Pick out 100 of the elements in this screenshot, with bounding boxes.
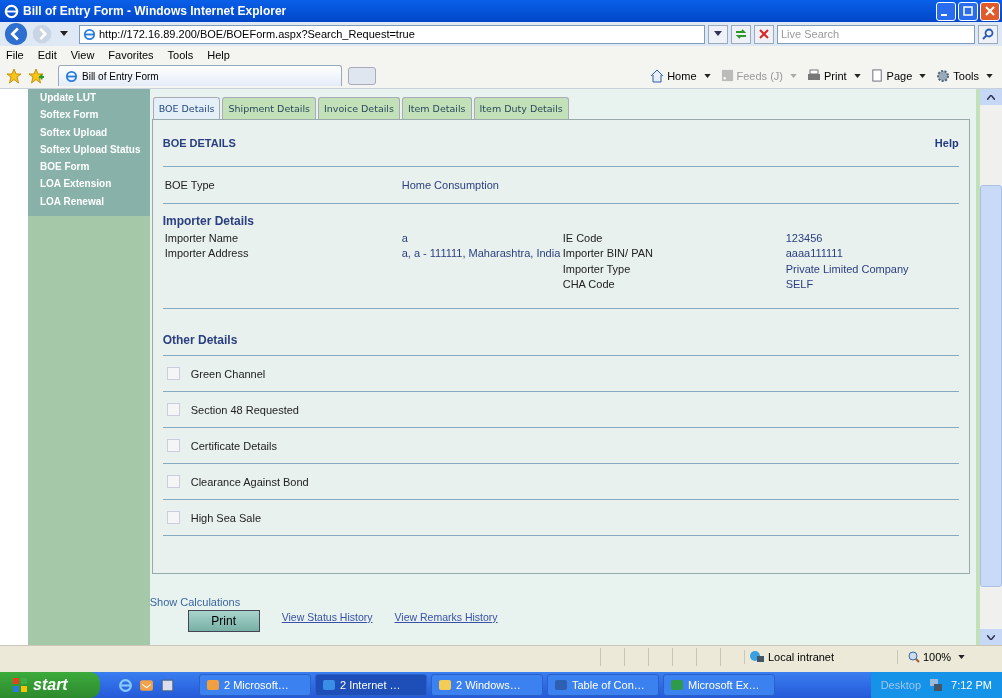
command-button[interactable]: Print [804, 68, 864, 83]
menu-item[interactable]: Edit [37, 48, 57, 61]
taskbar-button[interactable]: 2 Microsoft… [199, 674, 311, 696]
field-label: Importer Type [562, 262, 632, 275]
caret-icon [986, 73, 993, 78]
field-label: Importer Name [163, 231, 240, 244]
caret-icon [853, 73, 861, 78]
print-button[interactable]: Print [187, 610, 260, 632]
address-field[interactable]: http://172.16.89.200/BOE/BOEForm.aspx?Search_Request=true [79, 24, 705, 44]
scroll-up-icon[interactable] [987, 94, 995, 100]
field-label: Importer BIN/ PAN [562, 247, 654, 260]
refresh-icon [735, 29, 747, 39]
security-zone: Local intranet [744, 650, 897, 664]
history-link[interactable]: View Status History [281, 611, 373, 623]
app-icon [438, 678, 452, 692]
field-value: aaaa111111 [785, 247, 843, 260]
start-button[interactable]: start [0, 672, 100, 698]
taskbar-button[interactable]: 2 Windows… [431, 674, 543, 696]
section-heading: Other Details [162, 309, 959, 356]
feed-icon [720, 69, 734, 82]
menu-item[interactable]: Help [207, 48, 230, 61]
vertical-scrollbar[interactable] [980, 89, 1002, 645]
history-link[interactable]: View Remarks History [394, 611, 498, 623]
tab[interactable]: Item Duty Details [473, 97, 569, 119]
clock: 7:12 PM [951, 679, 992, 691]
dropdown-arrow-icon[interactable] [60, 31, 68, 37]
new-tab-button[interactable] [348, 66, 376, 85]
app-icon[interactable] [160, 677, 175, 693]
zoom-button[interactable]: 100% [897, 650, 972, 664]
windows-flag-icon [12, 677, 28, 693]
field-value: SELF [785, 278, 814, 291]
gear-icon [936, 68, 951, 83]
globe-network-icon [749, 650, 765, 664]
menu-item[interactable]: Tools [167, 48, 194, 61]
taskbar-button[interactable]: Microsoft Ex… [663, 674, 775, 696]
mail-icon[interactable] [139, 677, 154, 693]
checkbox-label: Clearance Against Bond [190, 475, 309, 488]
search-field[interactable]: Live Search [777, 24, 975, 44]
minimize-icon [940, 14, 947, 16]
stop-button[interactable] [754, 24, 774, 44]
maximize-icon [963, 6, 973, 16]
field-label: Importer Address [163, 247, 250, 260]
command-button[interactable]: Home [647, 68, 714, 83]
star-icon[interactable] [6, 67, 22, 84]
section-title: BOE DETAILS [162, 137, 236, 149]
checkbox[interactable] [166, 511, 180, 524]
field-value: a, a - 111111, Maharashtra, India [401, 247, 561, 260]
close-icon [985, 6, 995, 16]
menu-item[interactable]: Favorites [108, 48, 154, 61]
close-button[interactable] [980, 1, 1000, 21]
field-value: Home Consumption [401, 179, 499, 191]
taskbar-button[interactable]: 2 Internet … [315, 674, 427, 696]
printer-icon [807, 68, 821, 83]
app-icon [670, 678, 684, 692]
checkbox[interactable] [166, 475, 180, 488]
tab[interactable]: Invoice Details [318, 97, 400, 119]
app-icon [322, 678, 336, 692]
field-label: BOE Type [163, 179, 216, 191]
dropdown-button[interactable] [708, 24, 728, 44]
back-button[interactable] [4, 22, 28, 46]
checkbox-label: High Sea Sale [190, 511, 261, 524]
checkbox-label: Green Channel [190, 367, 266, 380]
maximize-button[interactable] [958, 1, 978, 21]
search-button[interactable] [978, 24, 998, 44]
toolbar-label: Desktop [880, 679, 922, 691]
tab[interactable]: Item Details [401, 97, 472, 119]
checkbox[interactable] [166, 367, 180, 380]
magnifier-icon [908, 651, 920, 663]
field-value: a [401, 231, 408, 244]
home-icon [650, 68, 665, 83]
scroll-down-icon[interactable] [987, 634, 995, 640]
command-button[interactable]: Page [867, 68, 930, 83]
checkbox[interactable] [166, 439, 180, 452]
close-icon [759, 29, 769, 39]
tab[interactable]: Shipment Details [222, 97, 316, 119]
menu-item[interactable]: File [6, 48, 24, 61]
menu-item[interactable]: View [70, 48, 95, 61]
show-calculations-link[interactable]: Show Calculations [149, 596, 977, 608]
command-button[interactable]: Tools [933, 68, 996, 83]
browser-icon[interactable] [118, 677, 133, 693]
window-title: Bill of Entry Form - Windows Internet Explorer [23, 4, 288, 18]
checkbox-label: Section 48 Requested [190, 403, 299, 416]
help-link[interactable]: Help [934, 137, 959, 149]
checkbox-label: Certificate Details [190, 439, 277, 452]
field-label: IE Code [562, 231, 604, 244]
tab[interactable]: BOE Details [152, 97, 221, 119]
field-label: CHA Code [562, 278, 616, 291]
add-favorite-icon[interactable] [28, 67, 44, 84]
taskbar-button[interactable]: Table of Con… [547, 674, 659, 696]
field-value: Private Limited Company [785, 262, 909, 275]
caret-icon [790, 73, 797, 78]
field-value: 123456 [785, 231, 823, 244]
network-icon[interactable] [929, 678, 944, 692]
caret-icon [714, 31, 722, 37]
checkbox[interactable] [166, 403, 180, 416]
search-icon [982, 28, 994, 40]
browser-tab[interactable]: Bill of Entry Form [58, 65, 342, 86]
app-icon [554, 678, 568, 692]
caret-icon [919, 73, 927, 78]
minimize-button[interactable] [936, 1, 956, 21]
